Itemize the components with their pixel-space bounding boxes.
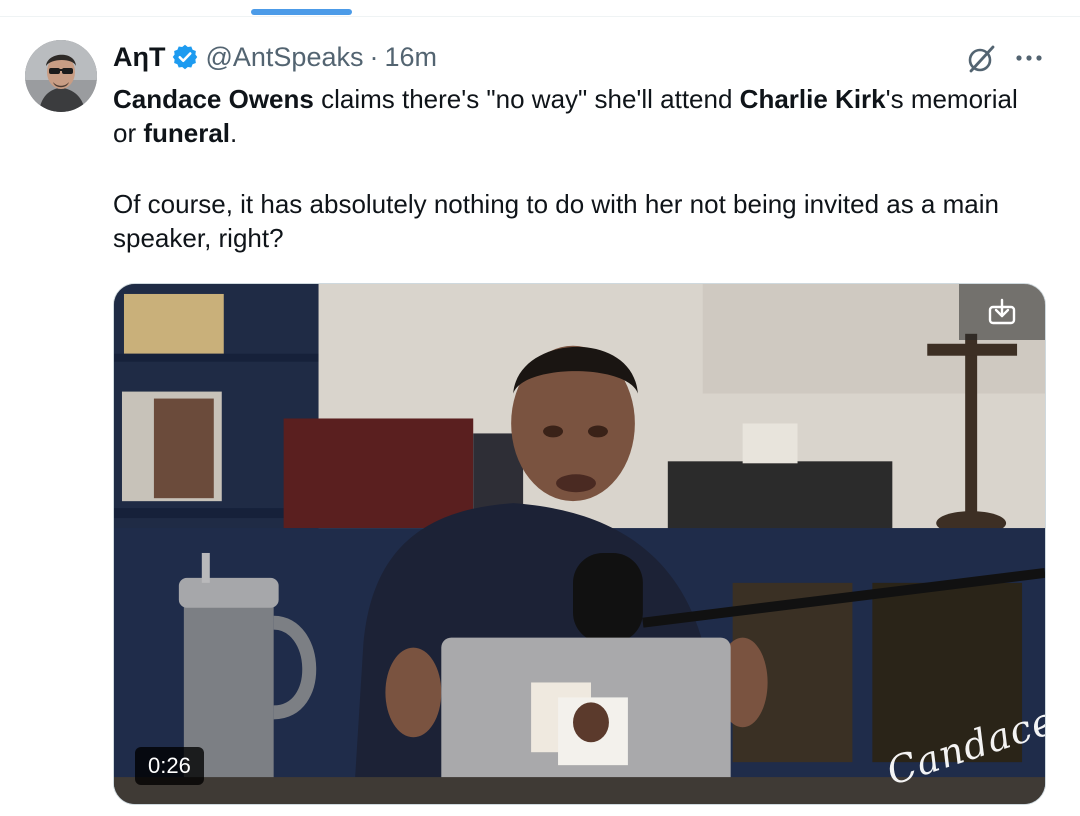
separator-dot: ·	[369, 41, 379, 72]
tweet-paragraph-1: Candace Owens claims there's "no way" sh…	[113, 82, 1043, 150]
video-frame	[114, 284, 1045, 804]
video-player[interactable]: 0:26 Candace	[113, 283, 1046, 805]
avatar-image	[25, 40, 97, 112]
tweet-header: AηT @AntSpeaks · 16m	[113, 40, 437, 74]
text-segment: claims there's "no way" she'll attend	[313, 84, 740, 114]
verified-badge-icon	[173, 44, 198, 70]
display-name[interactable]: AηT	[113, 42, 165, 73]
more-options-icon[interactable]	[1013, 44, 1045, 72]
mention-candace: Candace Owens	[113, 84, 314, 114]
download-icon	[988, 298, 1016, 325]
timestamp[interactable]: 16m	[384, 42, 437, 73]
avatar[interactable]	[25, 40, 97, 112]
video-duration-badge: 0:26	[135, 747, 204, 785]
text-segment: .	[230, 118, 238, 148]
mention-funeral: funeral	[143, 118, 231, 148]
tweet-paragraph-2: Of course, it has absolutely nothing to …	[113, 189, 999, 253]
mention-charlie: Charlie Kirk	[739, 84, 886, 114]
tab-indicator	[251, 9, 352, 15]
download-button[interactable]	[959, 284, 1045, 340]
grok-icon[interactable]	[966, 44, 996, 74]
tweet-text: Candace Owens claims there's "no way" sh…	[113, 82, 1043, 255]
divider	[0, 16, 1080, 17]
handle[interactable]: @AntSpeaks	[205, 42, 363, 73]
